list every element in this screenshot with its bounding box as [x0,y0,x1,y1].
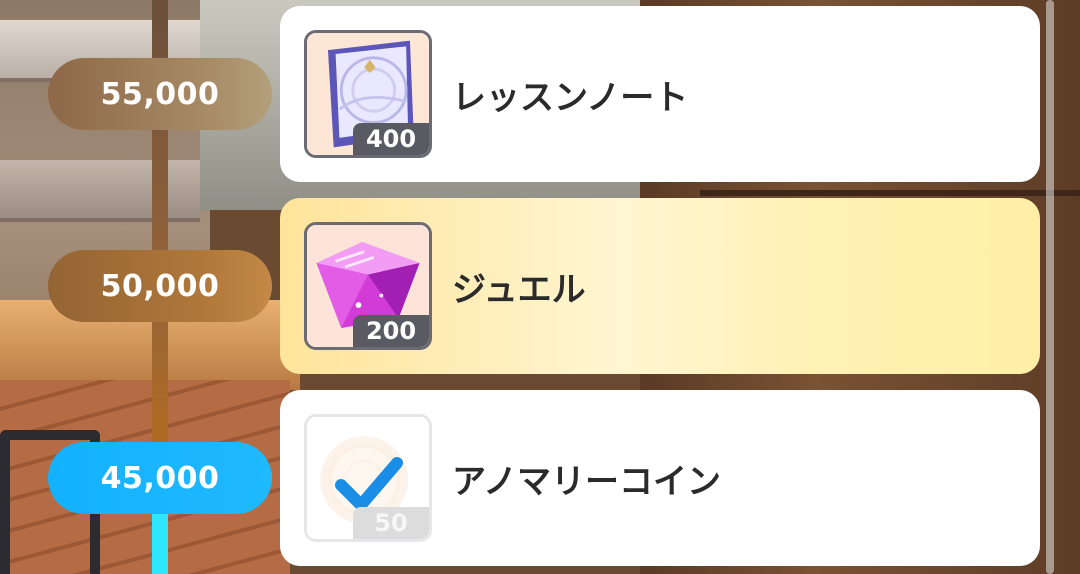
reward-name: ジュエル [452,269,586,310]
progress-track-fill [152,505,168,574]
reward-card-jewel[interactable]: 200 ジュエル [280,198,1040,374]
reward-card-lesson-note[interactable]: 400 レッスンノート [280,6,1040,182]
reward-card-anomaly-coin[interactable]: 50 アノマリーコイン [280,390,1040,566]
reward-quantity: 400 [353,123,429,155]
milestone-points: 45,000 [100,460,220,496]
background-shelf [0,160,200,222]
reward-item-box[interactable]: 50 [304,414,432,542]
reward-name: アノマリーコイン [452,461,721,502]
check-icon [335,457,403,511]
reward-item-box[interactable]: 400 [304,30,432,158]
milestone-pill-50000: 50,000 [48,250,272,322]
background-panel-line [700,190,1080,196]
reward-quantity: 200 [353,315,429,347]
milestone-pill-55000: 55,000 [48,58,272,130]
milestone-points: 50,000 [100,268,220,304]
reward-item-box[interactable]: 200 [304,222,432,350]
reward-name: レッスンノート [452,77,689,118]
scrollbar[interactable] [1046,0,1054,574]
milestone-points: 55,000 [100,76,220,112]
milestone-pill-45000: 45,000 [48,442,272,514]
reward-quantity: 50 [353,507,429,539]
